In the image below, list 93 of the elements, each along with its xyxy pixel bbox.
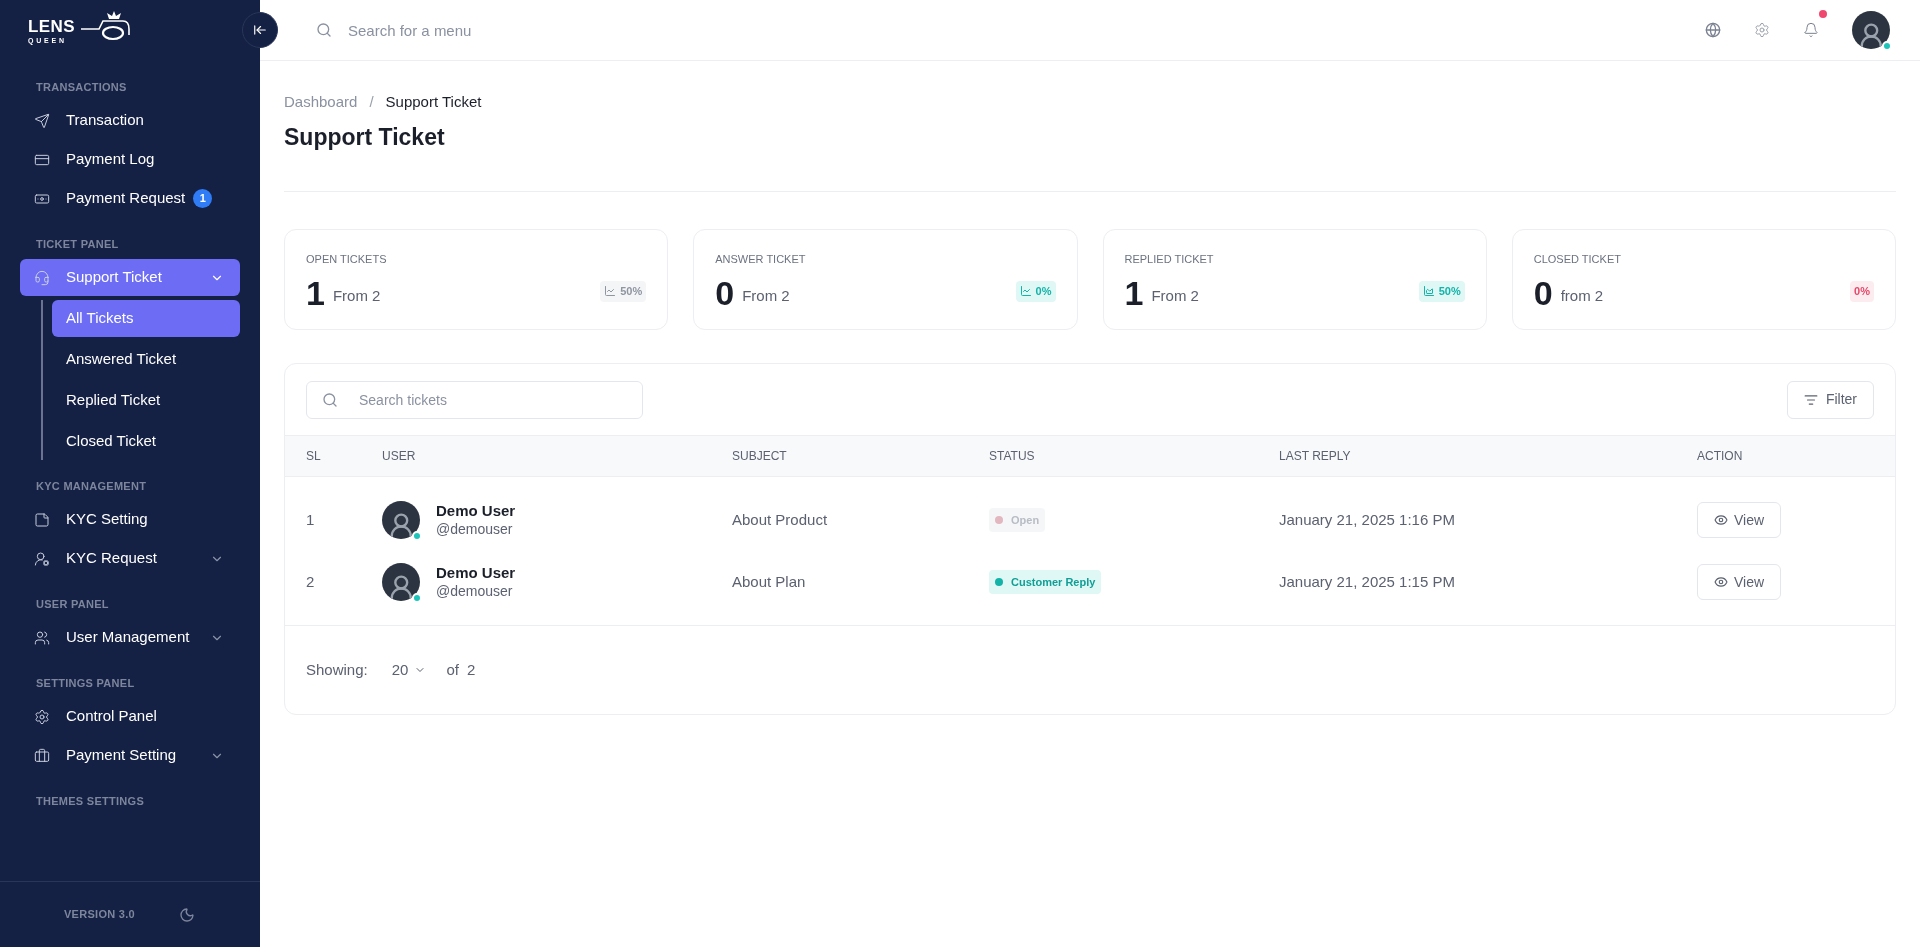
of-label: of [446, 659, 459, 680]
settings-icon [34, 708, 50, 725]
sidebar-item[interactable]: Payment Setting [20, 737, 240, 774]
avatar [382, 563, 420, 601]
sidebar-item[interactable]: KYC Request [20, 540, 240, 577]
status-badge: Open [989, 507, 1046, 533]
filter-icon [1803, 392, 1818, 407]
column-header: USER [382, 448, 417, 465]
submenu-item[interactable]: All Tickets [52, 300, 240, 337]
table-cell-text: January 21, 2025 1:15 PM [1279, 571, 1456, 592]
stat-subtext: From 2 [742, 286, 790, 306]
section-heading: THEMES SETTINGS [35, 793, 146, 809]
version-label: VERSION 3.0 [64, 907, 135, 923]
per-page-select[interactable]: 20 [391, 658, 427, 682]
status-badge: Customer Reply [989, 569, 1102, 595]
ticket-search-field[interactable]: Search tickets [306, 380, 643, 419]
stat-value: 0 [715, 275, 735, 310]
stat-subtext: From 2 [332, 286, 381, 306]
breadcrumb-link[interactable]: Support Ticket [385, 91, 482, 114]
eye-icon [1714, 513, 1728, 527]
showing-label: Showing: [306, 659, 368, 680]
change-badge: 50% [600, 281, 647, 302]
table-cell-text: January 21, 2025 1:16 PM [1279, 509, 1456, 530]
table-cell-text: 1 [306, 509, 316, 530]
change-badge: 0% [1850, 281, 1874, 302]
stat-value: 0 [1533, 275, 1553, 310]
moon-icon [178, 906, 195, 923]
submenu-item[interactable]: Closed Ticket [52, 423, 240, 460]
search-icon [322, 391, 338, 408]
sidebar-item[interactable]: Transaction [20, 102, 240, 139]
users-icon [34, 629, 50, 646]
count-badge: 1 [193, 189, 213, 208]
stat-subtext: From 2 [1151, 286, 1199, 306]
section-heading: TRANSACTIONS [35, 79, 128, 95]
breadcrumb-separator: / [368, 92, 375, 112]
bell-icon [1803, 22, 1819, 38]
note-icon [34, 511, 50, 528]
filter-button[interactable]: Filter [1786, 380, 1874, 419]
avatar [382, 501, 420, 539]
total-count: 2 [466, 659, 476, 680]
stat-subtext: from 2 [1560, 286, 1604, 306]
sidebar-item[interactable]: User Management [20, 619, 240, 656]
sidebar-item[interactable]: Payment Log [20, 141, 240, 178]
section-heading: USER PANEL [35, 596, 110, 612]
stat-value: 1 [306, 275, 325, 310]
table-cell-text: About Plan [732, 571, 807, 592]
headset-icon [34, 269, 50, 286]
column-header: SUBJECT [732, 448, 788, 465]
column-header: LAST REPLY [1279, 448, 1352, 465]
section-heading: TICKET PANEL [35, 236, 120, 252]
area-chart-icon [1422, 285, 1435, 298]
line-chart-icon [604, 285, 617, 298]
briefcase-icon [34, 747, 50, 764]
settings-icon [1754, 22, 1770, 38]
settings-button[interactable] [1754, 22, 1770, 38]
sidebar-item[interactable]: Payment Request 1 [20, 180, 240, 217]
arrow-to-line-icon [253, 23, 267, 37]
dark-mode-button[interactable] [178, 906, 195, 923]
language-button[interactable] [1705, 22, 1721, 38]
change-badge: 50% [1418, 281, 1465, 302]
table-cell-text: 2 [306, 571, 316, 592]
line-chart-icon [1019, 285, 1032, 298]
section-heading: KYC MANAGEMENT [35, 478, 148, 494]
eye-icon [1714, 575, 1728, 589]
stat-label: ANSWER TICKET [715, 252, 807, 267]
send-icon [34, 112, 50, 129]
change-badge: 0% [1015, 281, 1056, 302]
search-icon [316, 22, 332, 38]
sidebar-item[interactable]: KYC Setting [20, 501, 240, 538]
sidebar-item[interactable]: Control Panel [20, 698, 240, 735]
stat-label: REPLIED TICKET [1124, 252, 1215, 267]
stat-label: CLOSED TICKET [1533, 252, 1622, 267]
sidebar-item[interactable]: Support Ticket [20, 259, 240, 296]
menu-search-field[interactable]: Search for a menu [316, 15, 716, 45]
table-cell-text: About Product [732, 509, 829, 530]
column-header: ACTION [1697, 448, 1744, 465]
column-header: SL [306, 448, 322, 465]
stat-value: 1 [1124, 275, 1144, 310]
column-header: STATUS [989, 448, 1036, 465]
user-name: Demo User [436, 501, 516, 521]
page-title: Support Ticket [284, 122, 446, 152]
view-button[interactable]: View [1697, 502, 1782, 538]
collapse-sidebar-button[interactable] [242, 12, 278, 48]
user-name: Demo User [436, 563, 516, 583]
view-button[interactable]: View [1697, 564, 1782, 600]
user-handle: @demouser [436, 520, 514, 539]
stat-label: OPEN TICKETS [306, 252, 388, 267]
globe-icon [1705, 22, 1721, 38]
section-heading: SETTINGS PANEL [35, 675, 136, 691]
user-handle: @demouser [436, 582, 514, 601]
submenu-item[interactable]: Replied Ticket [52, 382, 240, 419]
submenu-item[interactable]: Answered Ticket [52, 341, 240, 378]
avatar [1852, 11, 1890, 49]
